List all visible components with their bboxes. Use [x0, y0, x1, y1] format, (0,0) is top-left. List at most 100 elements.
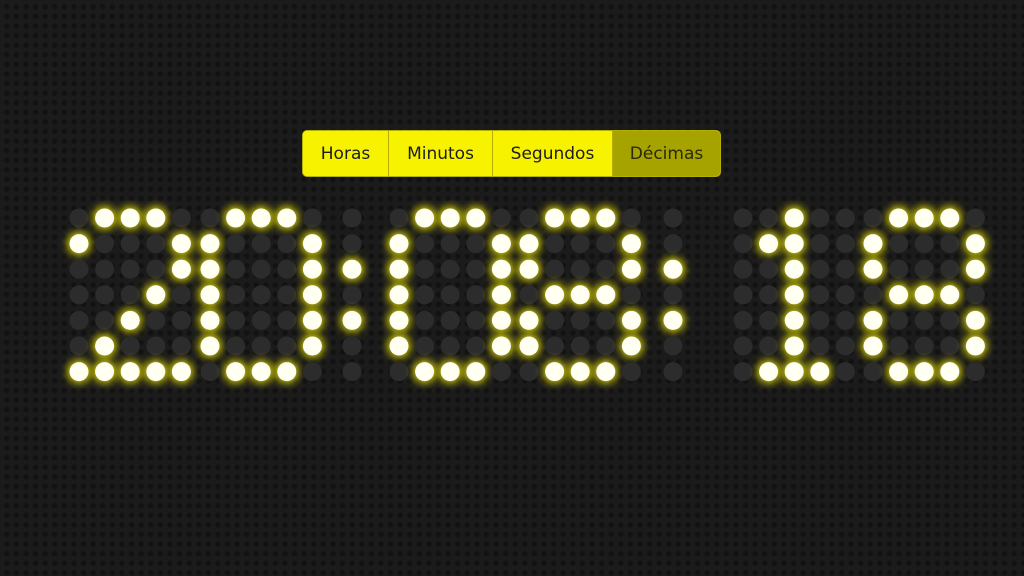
digit-led	[302, 259, 322, 279]
digit-led	[545, 208, 565, 228]
digit-led	[389, 285, 409, 305]
tab-decimas[interactable]: Décimas	[612, 131, 720, 176]
digit-led	[940, 259, 960, 279]
digit-led	[226, 310, 246, 330]
digit-led	[784, 234, 804, 254]
digit-led	[302, 362, 322, 382]
digit-led	[69, 285, 89, 305]
digit-led	[491, 234, 511, 254]
digit-led	[491, 336, 511, 356]
digit-led	[835, 310, 855, 330]
digit-led	[784, 285, 804, 305]
digit-led	[759, 285, 779, 305]
digit-led	[759, 259, 779, 279]
digit-led	[226, 285, 246, 305]
digit-led	[835, 208, 855, 228]
digit-led	[759, 234, 779, 254]
digit-led	[810, 208, 830, 228]
digit-led	[940, 336, 960, 356]
digit-led	[810, 259, 830, 279]
digit-led	[226, 336, 246, 356]
digit-led	[226, 208, 246, 228]
digit-led	[835, 234, 855, 254]
colon-led	[663, 362, 683, 382]
digit-led	[519, 362, 539, 382]
digit-led	[440, 362, 460, 382]
digit-led	[302, 336, 322, 356]
colon-led	[342, 285, 362, 305]
digit-led	[596, 234, 616, 254]
digit-led	[810, 234, 830, 254]
digit-led	[302, 285, 322, 305]
digit-led	[940, 310, 960, 330]
digit-led	[940, 362, 960, 382]
digit-led	[810, 285, 830, 305]
digit-led	[171, 336, 191, 356]
digit-led	[491, 259, 511, 279]
digit-led	[120, 234, 140, 254]
digit-led	[146, 234, 166, 254]
digit-led	[570, 259, 590, 279]
digit-led	[389, 259, 409, 279]
digit-led	[415, 336, 435, 356]
digit-led	[940, 285, 960, 305]
digit-led	[302, 208, 322, 228]
digit-led	[889, 259, 909, 279]
led-clock-display	[69, 208, 985, 382]
tab-minutos[interactable]: Minutos	[388, 131, 492, 176]
digit-led	[914, 336, 934, 356]
digit-led	[519, 310, 539, 330]
digit-led	[251, 234, 271, 254]
digit-led	[171, 259, 191, 279]
digit-led	[440, 234, 460, 254]
digit-led	[570, 208, 590, 228]
digit-led	[889, 310, 909, 330]
colon-led	[342, 234, 362, 254]
digit-led	[570, 285, 590, 305]
digit-led	[466, 259, 486, 279]
digit-led	[389, 208, 409, 228]
digit-led	[784, 310, 804, 330]
digit-led	[200, 336, 220, 356]
digit-led	[570, 336, 590, 356]
digit-led	[415, 259, 435, 279]
digit-led	[889, 362, 909, 382]
digit-led	[146, 208, 166, 228]
digit-led	[146, 362, 166, 382]
digit-led	[835, 259, 855, 279]
digit-led	[277, 208, 297, 228]
digit-led	[120, 336, 140, 356]
digit-led	[621, 234, 641, 254]
digit-led	[69, 362, 89, 382]
digit-led	[69, 259, 89, 279]
digit-led	[251, 336, 271, 356]
digit-led	[146, 336, 166, 356]
digit-led	[95, 259, 115, 279]
tab-horas[interactable]: Horas	[303, 131, 388, 176]
digit-led	[545, 234, 565, 254]
digit-led	[519, 234, 539, 254]
digit-led	[302, 310, 322, 330]
digit-led	[277, 336, 297, 356]
digit-led	[415, 310, 435, 330]
digit-led	[519, 259, 539, 279]
digit-led	[95, 362, 115, 382]
digit-led	[200, 285, 220, 305]
digit-led	[466, 336, 486, 356]
digit-led	[545, 310, 565, 330]
digit-led	[810, 362, 830, 382]
digit-led	[759, 310, 779, 330]
digit-led	[835, 362, 855, 382]
digit-led	[621, 259, 641, 279]
digit-led	[759, 336, 779, 356]
digit-led	[596, 285, 616, 305]
digit-led	[95, 208, 115, 228]
digit-led	[596, 336, 616, 356]
digit-led	[545, 336, 565, 356]
digit-led	[277, 285, 297, 305]
digit-led	[965, 234, 985, 254]
digit-led	[863, 285, 883, 305]
digit-led	[200, 310, 220, 330]
tab-segundos[interactable]: Segundos	[492, 131, 612, 176]
colon-led	[342, 208, 362, 228]
